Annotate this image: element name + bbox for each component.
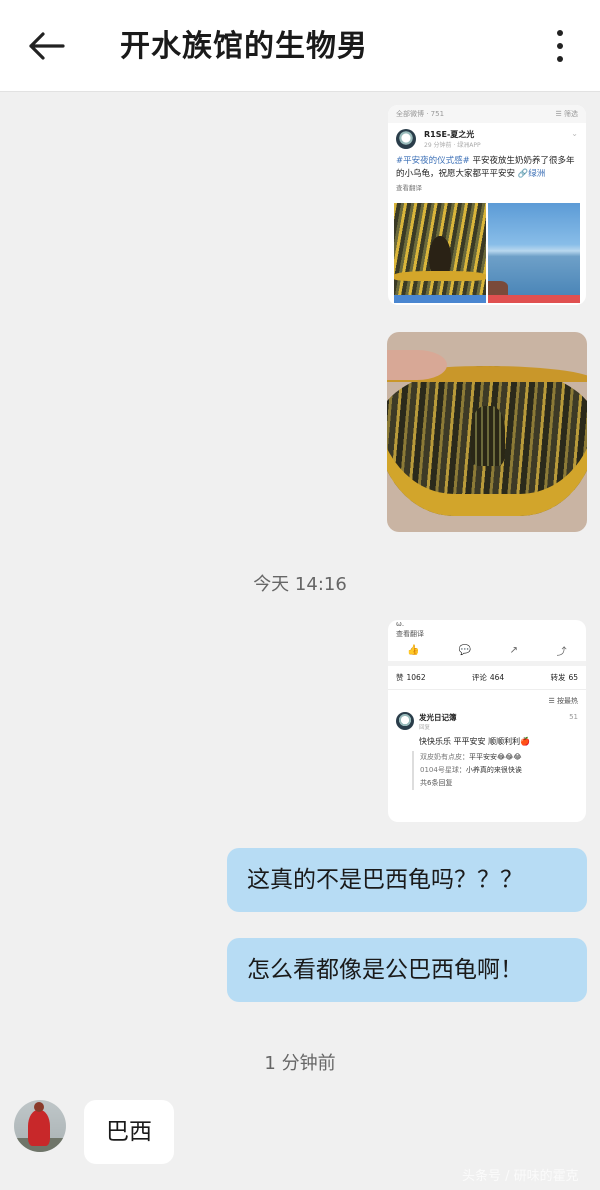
turtle-head bbox=[471, 406, 505, 466]
shared-post-image[interactable]: 全部微博 · 751 ☰ 筛选 R1SE-夏之光 29 分钟前 · 绿洲APP … bbox=[388, 105, 586, 305]
comments-screenshot-image[interactable]: ω. 查看翻译 👍 💬 ↗ ⤴ 赞 1062 评论 464 转发 65 ☰ 按最热 发… bbox=[388, 620, 586, 822]
chat-title: 开水族馆的生物男 bbox=[120, 29, 368, 64]
more-options-button[interactable] bbox=[544, 26, 576, 66]
reply-item: 双皮奶有点皮：平平安安😂😂😂 bbox=[420, 753, 522, 761]
post-action-bar: 👍 💬 ↗ ⤴ bbox=[388, 640, 586, 666]
thumbs-up-icon: 👍 bbox=[407, 645, 420, 656]
sort-label: ☰ 按最热 bbox=[548, 697, 578, 705]
timestamp: 今天 14:16 bbox=[253, 574, 347, 595]
translate-link: 查看翻译 bbox=[396, 184, 422, 192]
back-button[interactable] bbox=[22, 26, 70, 66]
chevron-down-icon: ⌄ bbox=[571, 129, 578, 138]
post-time: 29 分钟前 · 绿洲APP bbox=[424, 142, 481, 149]
post-text: #平安夜的仪式感# 平安夜放生奶奶养了很多年的小乌龟，祝愿大家都平平安安 🔗绿洲 bbox=[396, 156, 575, 179]
commenter-avatar bbox=[396, 712, 414, 730]
chat-header: 开水族馆的生物男 bbox=[0, 0, 600, 92]
post-stats: 赞 1062 评论 464 转发 65 bbox=[388, 666, 586, 690]
outgoing-message[interactable]: 怎么看都像是公巴西龟啊！ bbox=[227, 938, 587, 1002]
outgoing-message[interactable]: 这真的不是巴西龟吗？？？ bbox=[227, 848, 587, 912]
incoming-message[interactable]: 巴西 bbox=[84, 1100, 174, 1164]
watermark: 头条号 / 研味的霍克 bbox=[462, 1169, 579, 1184]
reply-list: 双皮奶有点皮：平平安安😂😂😂 0104号星球：小养真的来很快诶 共6条回复 bbox=[412, 751, 586, 790]
hand-finger bbox=[387, 350, 447, 380]
sender-avatar[interactable] bbox=[14, 1100, 66, 1152]
timestamp: 1 分钟前 bbox=[264, 1053, 336, 1074]
post-author-avatar bbox=[396, 129, 416, 149]
arrow-left-icon bbox=[29, 32, 65, 60]
more-vertical-icon bbox=[557, 30, 563, 36]
comment-item: 发光日记簿 51 回复 快快乐乐 平平安安 顺顺利利🍎 bbox=[388, 708, 586, 747]
turtle-thumbnail bbox=[394, 203, 486, 295]
post-author-name: R1SE-夏之光 bbox=[424, 130, 475, 139]
lake-thumbnail bbox=[488, 203, 580, 295]
share-icon: ↗ bbox=[509, 645, 518, 656]
turtle-photo-message[interactable] bbox=[387, 332, 587, 532]
comment-icon: 💬 bbox=[458, 645, 471, 656]
reply-item: 0104号星球：小养真的来很快诶 bbox=[420, 766, 522, 774]
post-photos bbox=[394, 203, 580, 305]
more-replies-link: 共6条回复 bbox=[420, 779, 453, 787]
forward-icon: ⤴ bbox=[556, 647, 567, 658]
